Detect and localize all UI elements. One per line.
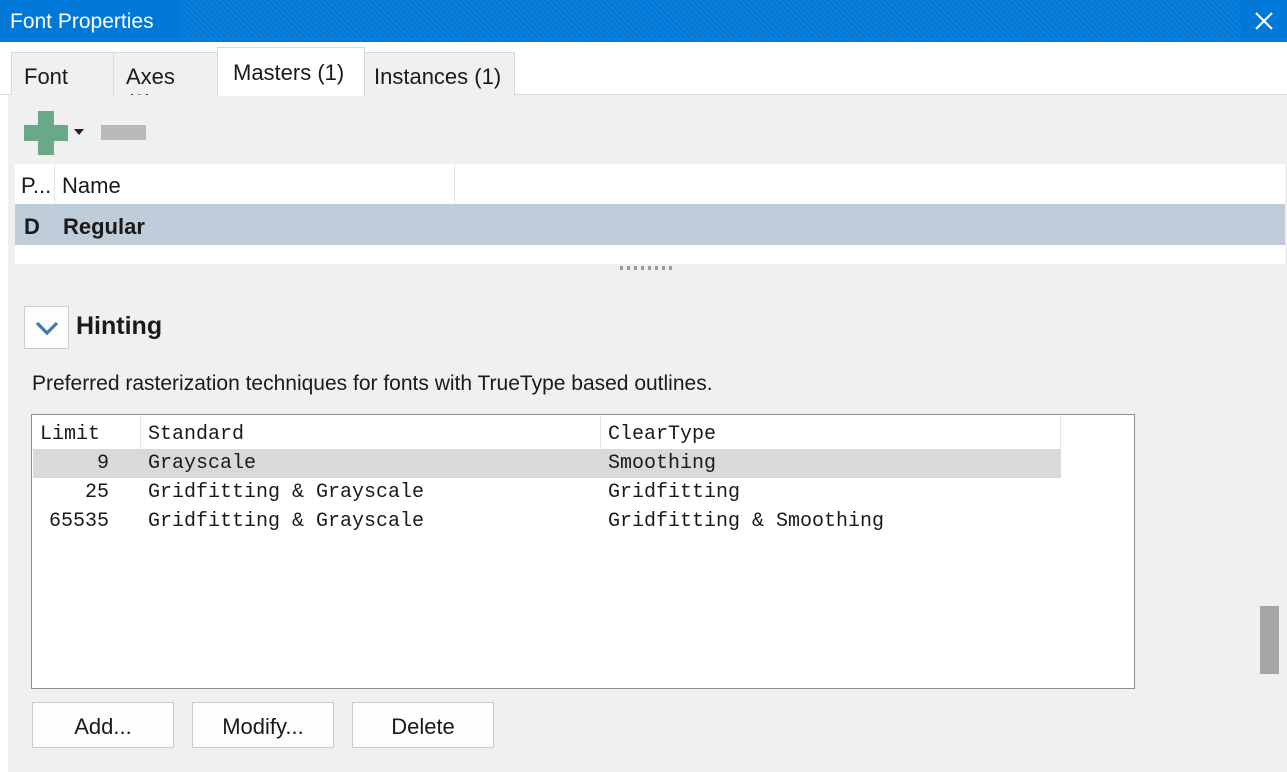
cleartype-cell: Gridfitting [608,481,741,504]
tab-axes[interactable]: Axes (0) [113,52,218,115]
scrollbar-thumb[interactable] [1260,606,1279,674]
column-header-limit[interactable]: Limit [40,423,100,446]
masters-list: P... Name D Regular [15,164,1285,264]
minus-icon[interactable] [101,125,146,140]
close-button[interactable] [1241,0,1287,42]
tab-masters-label: Masters (1) [233,60,345,85]
column-header-name[interactable]: Name [62,173,121,199]
title-bar: Font Properties [0,0,1287,42]
master-row[interactable]: D Regular [15,204,1285,245]
masters-list-header: P... Name [15,164,1285,204]
section-title: Hinting [76,312,163,340]
list-item[interactable]: 65535 Gridfitting & Grayscale Gridfittin… [33,507,1061,536]
column-header-cleartype[interactable]: ClearType [608,423,716,446]
tab-bar: Font Axes (0) Masters (1) Instances (1) [0,42,1287,115]
window-title: Font Properties [10,10,154,33]
master-row-p: D [24,214,40,239]
master-row-name: Regular [63,214,145,239]
splitter-handle[interactable] [620,266,674,270]
cleartype-cell: Gridfitting & Smoothing [608,510,885,533]
limit-cell: 65535 [48,510,109,533]
plus-icon[interactable] [24,111,68,155]
cleartype-cell: Smoothing [608,452,717,475]
standard-cell: Grayscale [148,452,257,475]
hinting-toggle-button[interactable] [24,306,69,349]
limit-cell: 25 [84,481,109,504]
list-item[interactable]: 25 Gridfitting & Grayscale Gridfitting [33,478,1061,507]
tab-instances-label: Instances (1) [374,64,502,89]
hinting-list[interactable]: Limit Standard ClearType 9 Grayscale Smo… [31,414,1135,689]
column-header-p[interactable]: P... [21,173,51,199]
tab-font[interactable]: Font [11,52,114,95]
modify-button[interactable]: Modify... [192,702,334,748]
close-icon [1255,12,1273,30]
column-header-standard[interactable]: Standard [148,423,244,446]
limit-cell: 9 [96,452,109,475]
list-item[interactable]: 9 Grayscale Smoothing [33,449,1061,478]
delete-button[interactable]: Delete [352,702,494,748]
standard-cell: Gridfitting & Grayscale [148,510,425,533]
chevron-down-icon [35,321,59,336]
tab-instances[interactable]: Instances (1) [364,52,515,95]
standard-cell: Gridfitting & Grayscale [148,481,425,504]
tab-font-label: Font [24,64,69,89]
add-button[interactable]: Add... [32,702,174,748]
hinting-list-header: Limit Standard ClearType [33,416,1061,450]
chevron-down-icon[interactable] [74,129,84,135]
section-description: Preferred rasterization techniques for f… [32,372,713,395]
masters-toolbar [15,100,1285,164]
tab-masters[interactable]: Masters (1) [217,47,365,96]
